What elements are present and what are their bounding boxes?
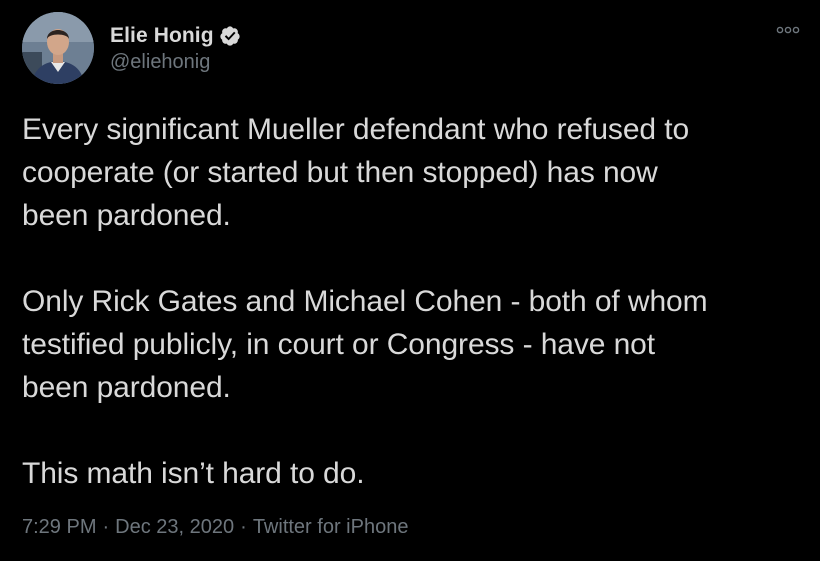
tweet-source[interactable]: Twitter for iPhone: [253, 516, 409, 539]
tweet-text: Every significant Mueller defendant who …: [22, 108, 812, 495]
avatar-photo: [22, 12, 94, 84]
tweet-date[interactable]: Dec 23, 2020: [115, 516, 234, 539]
avatar[interactable]: [22, 12, 94, 84]
tweet-header: Elie Honig @eliehonig: [22, 12, 241, 84]
meta-separator: ·: [102, 516, 110, 538]
author-names: Elie Honig @eliehonig: [110, 23, 241, 74]
tweet-paragraph: Every significant Mueller defendant who …: [22, 113, 690, 232]
tweet-paragraph: Only Rick Gates and Michael Cohen - both…: [22, 285, 708, 404]
meta-separator: ·: [240, 516, 247, 538]
tweet-metadata: 7:29 PM · Dec 23, 2020 · Twitter for iPh…: [22, 516, 408, 539]
author-handle[interactable]: @eliehonig: [110, 51, 241, 74]
verified-badge-icon: [219, 25, 241, 47]
tweet-paragraph: This math isn’t hard to do.: [22, 457, 365, 490]
more-options-icon[interactable]: [776, 23, 800, 37]
tweet-time[interactable]: 7:29 PM: [22, 516, 96, 539]
name-row: Elie Honig: [110, 23, 241, 49]
tweet-card: Elie Honig @eliehonig Every significant …: [0, 0, 820, 561]
author-display-name[interactable]: Elie Honig: [110, 24, 214, 48]
